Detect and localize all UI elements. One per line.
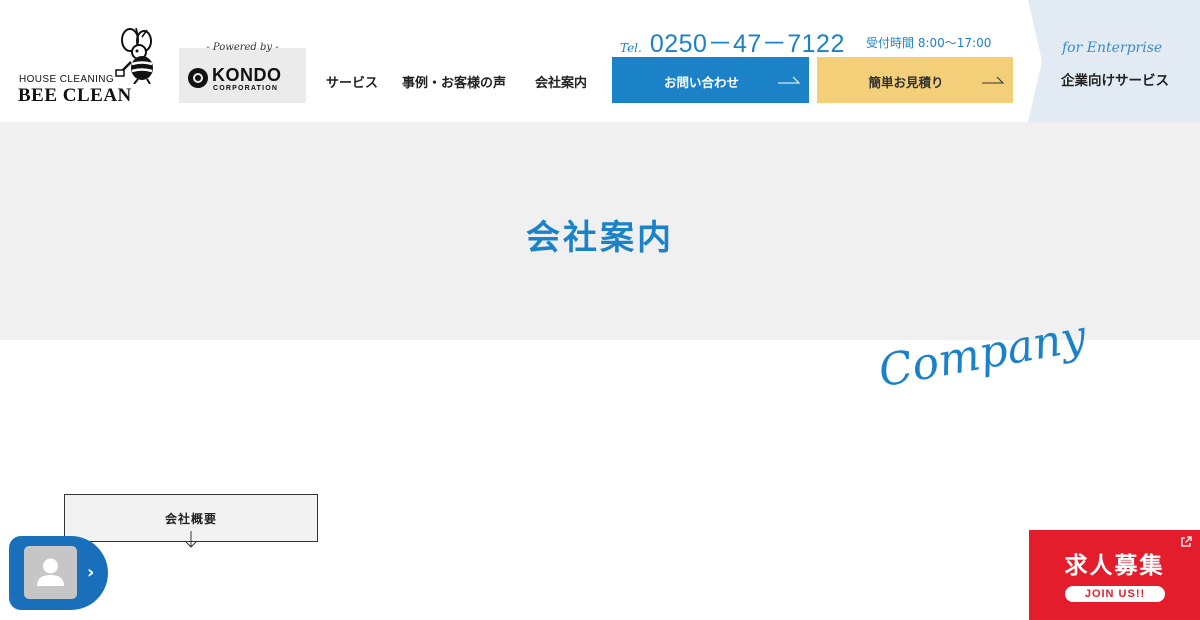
- nav-item-services[interactable]: サービス: [326, 72, 378, 91]
- page-hero: 会社案内: [0, 122, 1200, 340]
- phone-number[interactable]: Tel. 0250－47－7122: [620, 24, 845, 60]
- company-script-heading: Company: [875, 312, 1089, 387]
- site-logo[interactable]: HOUSE CLEANING BEE CLEAN: [18, 28, 160, 106]
- page-title: 会社案内: [526, 218, 674, 258]
- partner-sub: CORPORATION: [213, 85, 279, 92]
- anchor-company-overview[interactable]: 会社概要: [64, 494, 318, 548]
- tel-number: 0250－47－7122: [649, 30, 845, 58]
- contact-button[interactable]: お問い合わせ: [612, 57, 809, 103]
- recruit-title: 求人募集: [1064, 553, 1165, 579]
- recruit-banner[interactable]: 求人募集 JOIN US!!: [1029, 530, 1200, 620]
- arrow-right-icon: [982, 76, 1004, 84]
- enterprise-label: 企業向けサービス: [1061, 73, 1169, 89]
- user-icon: [24, 546, 77, 599]
- arrow-right-icon: [778, 76, 800, 84]
- enterprise-script: for Enterprise: [1062, 40, 1163, 56]
- kondo-mark-icon: [188, 68, 208, 88]
- arrow-down-icon: [185, 531, 197, 548]
- site-header: HOUSE CLEANING BEE CLEAN - Powered by - …: [0, 0, 1200, 122]
- nav-item-cases[interactable]: 事例・お客様の声: [402, 72, 506, 91]
- join-us-badge: JOIN US!!: [1065, 586, 1165, 602]
- partner-name: KONDO: [212, 65, 282, 85]
- partner-logo[interactable]: - Powered by - KONDO CORPORATION: [179, 42, 306, 103]
- anchor-label: 会社概要: [164, 512, 217, 526]
- business-hours: 受付時間 8:00～17:00: [866, 36, 992, 50]
- bee-mascot-icon: [115, 28, 153, 84]
- logo-name: BEE CLEAN: [18, 85, 132, 106]
- logo-tagline: HOUSE CLEANING: [19, 74, 115, 85]
- hero-script-text: Company: [875, 312, 1089, 387]
- member-widget[interactable]: ›: [9, 536, 108, 610]
- page: HOUSE CLEANING BEE CLEAN - Powered by - …: [0, 0, 1200, 620]
- nav-item-company[interactable]: 会社案内: [535, 72, 587, 91]
- estimate-button[interactable]: 簡単お見積り: [817, 57, 1013, 103]
- chevron-right-icon: ›: [87, 562, 95, 583]
- enterprise-services-link[interactable]: for Enterprise 企業向けサービス: [1028, 0, 1200, 122]
- tel-label: Tel.: [620, 41, 642, 55]
- powered-by-label: - Powered by -: [206, 42, 279, 53]
